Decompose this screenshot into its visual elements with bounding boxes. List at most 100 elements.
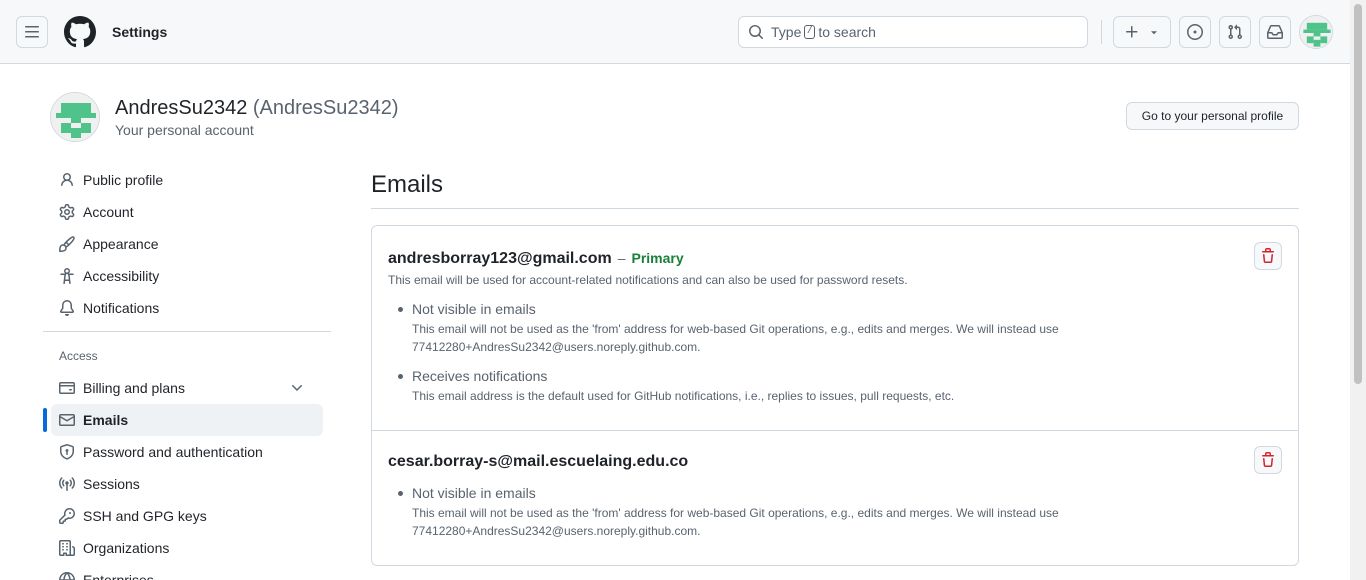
bell-icon xyxy=(59,300,74,316)
sidebar-item-label: Emails xyxy=(83,412,129,428)
search-shortcut-key: / xyxy=(804,25,816,39)
sidebar-item-account[interactable]: Account xyxy=(51,196,323,228)
feature-description-line: This email will not be used as the 'from… xyxy=(412,322,1059,336)
sidebar-item-password-auth[interactable]: Password and authentication xyxy=(51,436,323,468)
credit-card-icon xyxy=(59,382,75,394)
inbox-icon xyxy=(1267,25,1283,39)
trash-icon xyxy=(1262,248,1274,263)
hamburger-icon xyxy=(25,26,39,38)
header-divider xyxy=(1101,20,1102,44)
account-name: AndresSu2342 (AndresSu2342) xyxy=(115,95,399,121)
sidebar-item-notifications[interactable]: Notifications xyxy=(51,292,323,324)
open-menu-button[interactable] xyxy=(16,16,48,48)
search-placeholder-prefix: Type xyxy=(771,24,802,40)
delete-email-button[interactable] xyxy=(1254,446,1282,474)
plus-icon xyxy=(1126,26,1138,38)
trash-icon xyxy=(1262,452,1274,467)
feature-description-line: 77412280+AndresSu2342@users.noreply.gith… xyxy=(412,340,701,354)
sidebar-item-enterprises[interactable]: Enterprises xyxy=(51,564,323,580)
accessibility-icon xyxy=(60,268,74,284)
email-address-text: andresborray123@gmail.com xyxy=(388,250,612,267)
scrollbar-thumb[interactable] xyxy=(1354,4,1362,384)
email-address-secondary: cesar.borray-s@mail.escuelaing.edu.co xyxy=(388,452,688,472)
issue-opened-icon xyxy=(1187,24,1203,40)
page-scrollbar[interactable] xyxy=(1350,0,1366,580)
sidebar-item-label: Notifications xyxy=(83,300,160,316)
identicon-avatar-icon xyxy=(1300,16,1332,48)
feature-description: This email will not be used as the 'from… xyxy=(412,320,1072,356)
globe-icon xyxy=(59,572,75,580)
page-title: Emails xyxy=(371,171,444,198)
email-separator: – xyxy=(617,250,626,266)
mail-icon xyxy=(59,414,75,426)
search-placeholder-suffix: to search xyxy=(818,24,876,40)
github-logo-icon[interactable] xyxy=(64,16,96,48)
sidebar-item-sessions[interactable]: Sessions xyxy=(51,468,323,500)
sidebar-item-label: Public profile xyxy=(83,172,164,188)
user-avatar-menu[interactable] xyxy=(1299,15,1333,49)
go-to-profile-button[interactable]: Go to your personal profile xyxy=(1126,102,1299,130)
feature-title: Receives notifications xyxy=(412,368,548,384)
paintbrush-icon xyxy=(59,236,75,252)
active-indicator xyxy=(43,408,47,432)
sidebar-item-label: Accessibility xyxy=(83,268,160,284)
sidebar-item-emails[interactable]: Emails xyxy=(51,404,323,436)
issues-button[interactable] xyxy=(1179,16,1211,48)
feature-description-line: This email will not be used as the 'from… xyxy=(412,506,1059,520)
bullet xyxy=(398,374,403,379)
login-name: (AndresSu2342) xyxy=(252,97,399,119)
search-icon xyxy=(749,25,764,40)
email-list: andresborray123@gmail.com – Primary This e… xyxy=(371,225,1299,566)
primary-email-note: This email will be used for account-rela… xyxy=(388,273,908,287)
account-subtitle: Your personal account xyxy=(115,122,254,138)
display-name[interactable]: AndresSu2342 xyxy=(115,97,247,119)
chevron-down-icon xyxy=(292,385,302,391)
sidebar-item-label: Sessions xyxy=(83,476,140,492)
email-address-text: cesar.borray-s@mail.escuelaing.edu.co xyxy=(388,453,689,470)
sidebar-divider xyxy=(43,331,331,332)
primary-badge: Primary xyxy=(631,250,684,266)
context-title[interactable]: Settings xyxy=(112,23,167,41)
shield-lock-icon xyxy=(60,444,74,460)
sidebar-item-public-profile[interactable]: Public profile xyxy=(51,164,323,196)
notifications-inbox-button[interactable] xyxy=(1259,16,1291,48)
email-address-primary: andresborray123@gmail.com – Primary xyxy=(388,248,684,269)
email-divider xyxy=(372,430,1298,431)
delete-email-button[interactable] xyxy=(1254,242,1282,270)
feature-description-line: This email address is the default used f… xyxy=(412,389,955,403)
feature-title: Not visible in emails xyxy=(412,301,536,317)
sidebar-item-billing[interactable]: Billing and plans xyxy=(51,372,323,404)
feature-description-line: 77412280+AndresSu2342@users.noreply.gith… xyxy=(412,524,701,538)
sidebar-item-organizations[interactable]: Organizations xyxy=(51,532,323,564)
git-pull-request-icon xyxy=(1228,24,1243,40)
feature-description: This email will not be used as the 'from… xyxy=(412,504,1072,540)
sidebar-item-ssh-gpg-keys[interactable]: SSH and GPG keys xyxy=(51,500,323,532)
title-divider xyxy=(371,208,1299,209)
pull-requests-button[interactable] xyxy=(1219,16,1251,48)
bullet xyxy=(398,491,403,496)
create-new-button[interactable] xyxy=(1113,16,1171,48)
organization-icon xyxy=(59,540,75,556)
search-input[interactable]: Type / to search xyxy=(738,16,1088,48)
sidebar-item-label: Account xyxy=(83,204,134,220)
feature-description: This email address is the default used f… xyxy=(412,387,1072,405)
profile-avatar[interactable] xyxy=(50,92,100,142)
key-icon xyxy=(59,508,75,524)
person-icon xyxy=(61,173,73,187)
bullet xyxy=(398,307,403,312)
feature-title: Not visible in emails xyxy=(412,485,536,501)
sidebar-item-label: Password and authentication xyxy=(83,444,263,460)
top-header: Settings Type / to search xyxy=(0,0,1350,64)
sidebar-item-accessibility[interactable]: Accessibility xyxy=(51,260,323,292)
triangle-down-icon xyxy=(1151,31,1157,35)
broadcast-icon xyxy=(59,477,75,491)
identicon-avatar-icon xyxy=(51,93,99,141)
sidebar-item-label: Billing and plans xyxy=(83,380,185,396)
sidebar-item-label: Appearance xyxy=(83,236,159,252)
gear-icon xyxy=(59,204,75,220)
sidebar-item-label: Enterprises xyxy=(83,572,154,580)
sidebar-item-label: SSH and GPG keys xyxy=(83,508,207,524)
sidebar-item-label: Organizations xyxy=(83,540,170,556)
sidebar-section-heading: Access xyxy=(59,349,98,363)
sidebar-item-appearance[interactable]: Appearance xyxy=(51,228,323,260)
